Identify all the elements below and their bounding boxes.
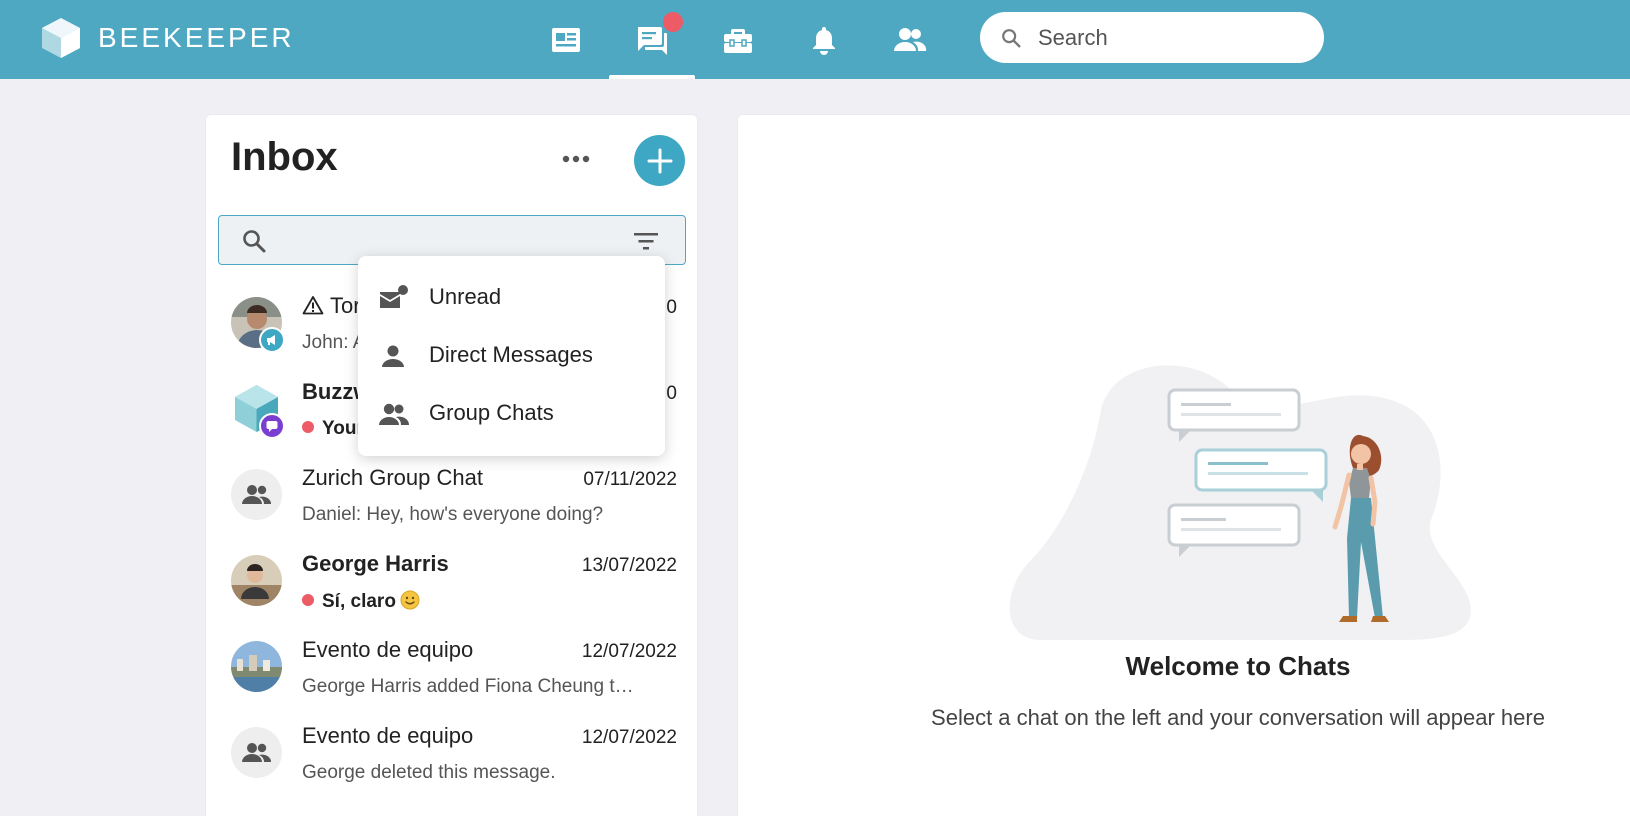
chat-date: 12/07/2022 — [581, 727, 677, 748]
plus-icon — [647, 148, 672, 173]
avatar-photo — [231, 555, 282, 606]
more-options-button[interactable] — [554, 137, 598, 181]
chat-list-item[interactable]: Evento de equipo 12/07/2022 George Harri… — [206, 631, 697, 717]
unread-dot — [302, 594, 314, 606]
filter-option-label: Unread — [429, 284, 502, 309]
new-chat-button[interactable] — [634, 135, 685, 186]
chat-preview-text: Sí, claro — [322, 591, 396, 612]
toolbox-icon — [724, 28, 752, 53]
chat-preview: Daniel: Hey, how's everyone doing? — [302, 504, 604, 525]
chat-name: Tor — [302, 293, 361, 319]
inbox-panel: Inbox Tor 0 John: A Buzzw 0 Your Zurich … — [205, 114, 698, 816]
unread-dot — [302, 421, 314, 433]
avatar — [231, 555, 282, 606]
chat-preview: John: A — [302, 332, 366, 353]
bell-icon — [813, 26, 835, 55]
group-icon — [242, 743, 272, 762]
chat-list-item[interactable]: Evento de equipo 12/07/2022 George delet… — [206, 717, 697, 803]
avatar — [231, 469, 282, 520]
nav-tools[interactable] — [695, 0, 781, 79]
avatar — [231, 727, 282, 778]
welcome-title: Welcome to Chats — [1125, 651, 1351, 681]
nav-people[interactable] — [867, 0, 953, 79]
inbox-title: Inbox — [231, 135, 338, 179]
chat-name: Zurich Group Chat — [302, 465, 483, 490]
group-icon — [378, 400, 410, 428]
avatar — [231, 641, 282, 692]
chat-name-text: Tor — [330, 293, 361, 318]
chat-date: 0 — [666, 297, 677, 318]
brand-logo[interactable]: BEEKEEPER — [40, 16, 295, 60]
newspaper-icon — [552, 27, 580, 52]
chat-list-item[interactable]: Zurich Group Chat 07/11/2022 Daniel: Hey… — [206, 459, 697, 545]
chat-bubble-icon — [266, 421, 278, 432]
avatar-photo — [231, 641, 282, 692]
chat-preview: George Harris added Fiona Cheung t… — [302, 676, 634, 697]
filter-option-group-chats[interactable]: Group Chats — [358, 386, 665, 442]
chat-welcome-panel: Welcome to Chats Select a chat on the le… — [737, 114, 1630, 816]
chat-date: 12/07/2022 — [581, 641, 677, 662]
chat-name: Evento de equipo — [302, 723, 474, 748]
global-search-input[interactable] — [1038, 24, 1298, 51]
group-icon — [242, 485, 272, 504]
people-icon — [894, 27, 927, 51]
filter-option-label: Direct Messages — [429, 342, 593, 367]
smiley-icon — [400, 590, 420, 610]
warning-icon — [302, 295, 324, 315]
filter-icon[interactable] — [633, 229, 659, 253]
beekeeper-logo-icon — [42, 18, 80, 58]
chat-name: George Harris — [302, 551, 449, 576]
chat-illustration — [1001, 350, 1481, 640]
nav-notifications[interactable] — [781, 0, 867, 79]
global-search[interactable] — [980, 12, 1324, 63]
chat-date: 0 — [666, 383, 677, 404]
person-icon — [378, 342, 410, 370]
brand-name: BEEKEEPER — [98, 22, 295, 53]
chat-bubble-badge — [259, 413, 285, 439]
nav-chats[interactable] — [609, 0, 695, 79]
megaphone-badge — [259, 327, 285, 353]
chat-search-input[interactable] — [279, 226, 619, 254]
chat-preview: George deleted this message. — [302, 762, 556, 783]
filter-dropdown-menu: Unread Direct Messages Group Chats — [358, 256, 665, 456]
unread-badge — [663, 12, 683, 32]
top-navigation-bar: BEEKEEPER — [0, 0, 1630, 79]
megaphone-icon — [267, 335, 275, 345]
search-icon — [243, 230, 266, 253]
chat-date: 13/07/2022 — [581, 555, 677, 576]
chat-date: 07/11/2022 — [583, 469, 677, 490]
chat-preview: Sí, claro — [302, 590, 420, 613]
chat-name: Evento de equipo — [302, 637, 474, 662]
welcome-subtitle: Select a chat on the left and your conve… — [931, 705, 1545, 730]
search-icon — [1002, 28, 1021, 47]
chat-preview: Your — [302, 418, 364, 440]
unread-mail-icon — [378, 284, 410, 312]
nav-news-feed[interactable] — [523, 0, 609, 79]
more-horizontal-icon — [562, 155, 590, 163]
filter-option-label: Group Chats — [429, 400, 554, 425]
filter-option-unread[interactable]: Unread — [358, 270, 665, 326]
filter-option-direct-messages[interactable]: Direct Messages — [358, 328, 665, 384]
chat-list-item[interactable]: George Harris 13/07/2022 Sí, claro — [206, 545, 697, 631]
